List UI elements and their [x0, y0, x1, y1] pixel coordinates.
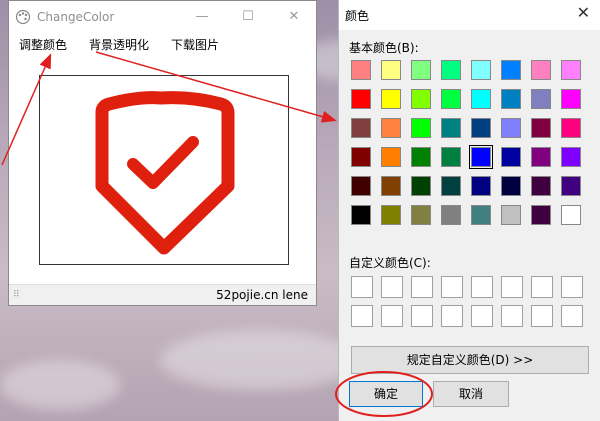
- basic-color-swatch[interactable]: [351, 118, 371, 138]
- basic-color-swatch[interactable]: [561, 147, 581, 167]
- basic-color-swatch[interactable]: [561, 205, 581, 225]
- status-text: 52pojie.cn lene: [216, 288, 308, 302]
- basic-color-swatch[interactable]: [561, 176, 581, 196]
- define-custom-colors-button[interactable]: 规定自定义颜色(D) >>: [351, 346, 589, 374]
- basic-color-swatch[interactable]: [411, 118, 431, 138]
- custom-colors-grid: [351, 276, 583, 327]
- custom-color-swatch[interactable]: [441, 305, 463, 327]
- basic-color-swatch[interactable]: [531, 147, 551, 167]
- palette-icon: [15, 9, 31, 25]
- basic-color-swatch[interactable]: [351, 176, 371, 196]
- basic-color-swatch[interactable]: [441, 118, 461, 138]
- custom-color-swatch[interactable]: [531, 305, 553, 327]
- basic-color-swatch[interactable]: [381, 89, 401, 109]
- basic-colors-grid: [351, 60, 583, 227]
- custom-color-swatch[interactable]: [381, 276, 403, 298]
- basic-color-swatch[interactable]: [381, 147, 401, 167]
- basic-color-swatch[interactable]: [501, 176, 521, 196]
- custom-color-swatch[interactable]: [561, 276, 583, 298]
- basic-color-swatch[interactable]: [501, 147, 521, 167]
- basic-color-swatch[interactable]: [441, 60, 461, 80]
- custom-color-swatch[interactable]: [471, 276, 493, 298]
- window-title: ChangeColor: [37, 10, 115, 24]
- basic-color-swatch[interactable]: [561, 118, 581, 138]
- basic-color-swatch[interactable]: [469, 145, 493, 169]
- menu-download-image[interactable]: 下载图片: [171, 36, 219, 53]
- custom-color-swatch[interactable]: [381, 305, 403, 327]
- resize-grip-icon[interactable]: ⠿: [13, 290, 21, 300]
- basic-color-swatch[interactable]: [561, 60, 581, 80]
- status-bar: ⠿ 52pojie.cn lene: [9, 284, 316, 305]
- basic-color-swatch[interactable]: [381, 176, 401, 196]
- custom-color-swatch[interactable]: [561, 305, 583, 327]
- basic-color-swatch[interactable]: [411, 60, 431, 80]
- basic-color-swatch[interactable]: [441, 89, 461, 109]
- basic-color-swatch[interactable]: [411, 89, 431, 109]
- background-cloud: [160, 330, 360, 390]
- basic-color-swatch[interactable]: [411, 205, 431, 225]
- basic-color-swatch[interactable]: [471, 89, 491, 109]
- dialog-close-button[interactable]: ✕: [577, 3, 590, 22]
- basic-color-swatch[interactable]: [471, 176, 491, 196]
- basic-color-swatch[interactable]: [441, 176, 461, 196]
- custom-color-swatch[interactable]: [351, 305, 373, 327]
- basic-color-swatch[interactable]: [381, 118, 401, 138]
- window-controls: — ☐ ✕: [179, 1, 317, 33]
- close-button[interactable]: ✕: [271, 1, 317, 33]
- basic-color-swatch[interactable]: [531, 205, 551, 225]
- basic-color-swatch[interactable]: [351, 60, 371, 80]
- custom-color-swatch[interactable]: [471, 305, 493, 327]
- basic-color-swatch[interactable]: [441, 147, 461, 167]
- basic-color-swatch[interactable]: [411, 176, 431, 196]
- custom-color-swatch[interactable]: [441, 276, 463, 298]
- dialog-title: 颜色: [345, 9, 370, 23]
- ok-button[interactable]: 确定: [349, 381, 423, 407]
- basic-color-swatch[interactable]: [381, 60, 401, 80]
- menu-transparent-background[interactable]: 背景透明化: [89, 36, 149, 53]
- custom-color-swatch[interactable]: [501, 305, 523, 327]
- basic-color-swatch[interactable]: [441, 205, 461, 225]
- cancel-button[interactable]: 取消: [433, 381, 509, 407]
- basic-color-swatch[interactable]: [531, 118, 551, 138]
- custom-color-swatch[interactable]: [351, 276, 373, 298]
- basic-color-swatch[interactable]: [351, 147, 371, 167]
- basic-color-swatch[interactable]: [411, 147, 431, 167]
- shield-check-icon: [95, 91, 235, 255]
- basic-color-swatch[interactable]: [531, 60, 551, 80]
- basic-color-swatch[interactable]: [561, 89, 581, 109]
- custom-color-swatch[interactable]: [411, 305, 433, 327]
- custom-color-swatch[interactable]: [501, 276, 523, 298]
- menu-bar: 调整颜色 背景透明化 下载图片: [9, 33, 316, 55]
- custom-color-swatch[interactable]: [411, 276, 433, 298]
- basic-color-swatch[interactable]: [501, 205, 521, 225]
- basic-color-swatch[interactable]: [501, 60, 521, 80]
- basic-colors-label: 基本颜色(B):: [349, 41, 419, 55]
- menu-adjust-color[interactable]: 调整颜色: [19, 36, 67, 53]
- basic-color-swatch[interactable]: [531, 89, 551, 109]
- basic-color-swatch[interactable]: [531, 176, 551, 196]
- basic-color-swatch[interactable]: [501, 118, 521, 138]
- basic-color-swatch[interactable]: [471, 205, 491, 225]
- title-bar: ChangeColor — ☐ ✕: [9, 1, 316, 33]
- basic-color-swatch[interactable]: [471, 60, 491, 80]
- background-cloud: [0, 360, 120, 410]
- image-preview: [39, 75, 289, 265]
- basic-color-swatch[interactable]: [501, 89, 521, 109]
- basic-color-swatch[interactable]: [351, 89, 371, 109]
- maximize-button[interactable]: ☐: [225, 1, 271, 33]
- custom-color-swatch[interactable]: [531, 276, 553, 298]
- color-dialog: 颜色 ✕ 基本颜色(B): 自定义颜色(C): 规定自定义颜色(D) >> 确定…: [338, 0, 600, 421]
- basic-color-swatch[interactable]: [351, 205, 371, 225]
- dialog-title-bar: 颜色 ✕: [339, 0, 600, 30]
- basic-color-swatch[interactable]: [471, 118, 491, 138]
- minimize-button[interactable]: —: [179, 1, 225, 33]
- changecolor-window: ChangeColor — ☐ ✕ 调整颜色 背景透明化 下载图片 ⠿ 52po…: [8, 0, 317, 306]
- basic-color-swatch[interactable]: [381, 205, 401, 225]
- custom-colors-label: 自定义颜色(C):: [349, 256, 431, 270]
